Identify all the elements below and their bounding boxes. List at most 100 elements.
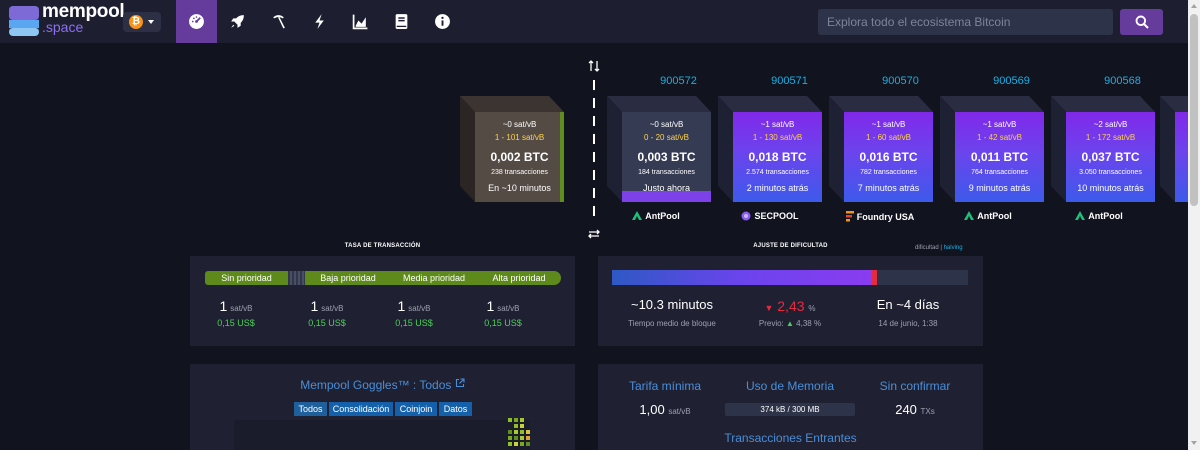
nav-about[interactable] [422, 0, 463, 43]
toggle-separator: | [940, 245, 942, 251]
block-4[interactable]: ~2 sat/vB 1 - 172 sat/vB 0,037 BTC 3.050 tr… [1051, 96, 1155, 202]
block-time: 10 minutos atrás [1077, 183, 1144, 193]
block-size: 0,003 BTC [637, 150, 696, 164]
difficulty-toggle: dificultad | halving [915, 245, 963, 251]
nav-graphs[interactable] [340, 0, 381, 43]
block-fee: ~2 sat/vB [1093, 120, 1128, 129]
swap-vertical-icon[interactable] [588, 60, 600, 72]
block-height-link[interactable]: 900572 [634, 75, 723, 87]
toggle-difficulty[interactable]: dificultad [915, 245, 939, 251]
mempool-block[interactable]: ~0 sat/vB 1 - 101 sat/vB 0,002 BTC 238 t… [475, 112, 564, 202]
arrow-up-icon: ▲ [786, 319, 794, 328]
goggles-tab-coinjoin[interactable]: Coinjoin [395, 402, 437, 416]
block-pool[interactable]: AntPool [928, 211, 1048, 221]
block-time: 2 minutos atrás [746, 183, 809, 193]
block-side-face [1160, 96, 1175, 202]
mempool-block-side [460, 96, 475, 202]
block-3[interactable]: ~1 sat/vB 1 - 42 sat/vB 0,011 BTC 764 trans… [940, 96, 1044, 202]
difficulty-expected-marker [872, 270, 877, 285]
difficulty-progress-fill [612, 270, 872, 285]
prio-low: Baja prioridad [320, 273, 376, 283]
block-tx-count: 184 transacciones [638, 169, 695, 176]
block-fee-range: 1 - 42 sat/vB [977, 133, 1022, 142]
block-size: 0,016 BTC [859, 150, 918, 164]
fee-usd: 0,15 US$ [308, 318, 346, 328]
toggle-halving[interactable]: halving [944, 245, 963, 251]
goggles-tab-data[interactable]: Datos [439, 402, 472, 416]
logo-text[interactable]: mempool .space [42, 1, 125, 35]
search-button[interactable] [1120, 9, 1163, 35]
block-side-face [607, 96, 622, 202]
block-2[interactable]: ~1 sat/vB 1 - 60 sat/vB 0,016 BTC 782 trans… [829, 96, 933, 202]
prio-high: Alta prioridad [492, 273, 546, 283]
search-input[interactable] [818, 9, 1113, 35]
goggles-tab-all[interactable]: Todos [294, 402, 327, 416]
block-height-link[interactable]: 900569 [967, 75, 1056, 87]
fee-rate-unit: sat/vB [408, 304, 431, 313]
block-tx-count: 782 transacciones [860, 169, 917, 176]
network-selector[interactable]: ₿ [123, 12, 161, 32]
scroll-thumb[interactable] [1190, 14, 1198, 206]
difficulty-previous: Previo: ▲ 4,38 % [740, 319, 840, 328]
block-height-link[interactable]: 900571 [745, 75, 834, 87]
block-fee: ~1 sat/vB [871, 120, 906, 129]
unconfirmed: 240 TXs [862, 402, 968, 417]
goggles-tab-consolidation[interactable]: Consolidación [329, 402, 393, 416]
block-height-link[interactable]: 900570 [856, 75, 945, 87]
min-fee: 1,00 sat/vB [612, 402, 718, 417]
bitcoin-icon: ₿ [129, 15, 143, 29]
block-front-face [1175, 112, 1188, 202]
fee-rate-value: 1 [486, 298, 495, 314]
page-scrollbar[interactable] [1188, 0, 1200, 450]
chevron-down-icon [148, 20, 154, 24]
block-pool[interactable]: Foundry USA [820, 211, 940, 222]
block-front-face: ~2 sat/vB 1 - 172 sat/vB 0,037 BTC 3.050 tr… [1066, 112, 1155, 202]
nav-docs[interactable] [381, 0, 422, 43]
book-icon [395, 14, 408, 29]
block-fee-range: 1 - 60 sat/vB [866, 133, 911, 142]
goggles-title-text: Mempool Goggles™ : Todos [300, 378, 452, 392]
nav-lightning[interactable] [299, 0, 340, 43]
mempool-fee-range: 1 - 101 sat/vB [494, 133, 545, 142]
block-pool[interactable]: SECPOOL [710, 211, 830, 221]
block-front-face: ~0 sat/vB 0 - 20 sat/vB 0,003 BTC 184 trans… [622, 112, 711, 202]
difficulty-progress-bar [612, 270, 968, 285]
prio-gap [288, 271, 305, 285]
external-link-icon [455, 378, 465, 388]
mempool-logo-icon[interactable] [9, 6, 39, 36]
block-pool[interactable]: AntPool [1039, 211, 1159, 221]
lightning-icon [315, 14, 324, 29]
block-0[interactable]: ~0 sat/vB 0 - 20 sat/vB 0,003 BTC 184 trans… [607, 96, 711, 202]
logo-name: mempool [42, 1, 125, 22]
fee-rate-unit: sat/vB [497, 304, 520, 313]
scroll-up-icon[interactable] [1191, 4, 1197, 8]
block-pool[interactable]: AntPool [596, 211, 716, 221]
blockchain-divider [593, 80, 595, 222]
block-top-face [718, 96, 822, 112]
block-partial[interactable] [1160, 96, 1188, 202]
difficulty-change: ▼ 2,43 % [740, 298, 840, 314]
block-fee: ~1 sat/vB [982, 120, 1017, 129]
mempool-block-top [460, 96, 564, 112]
difficulty-eta-date: 14 de junio, 1:38 [878, 319, 938, 328]
block-side-face [718, 96, 733, 202]
scroll-down-icon[interactable] [1191, 441, 1197, 445]
nav-acceleration[interactable] [217, 0, 258, 43]
nav-dashboard[interactable] [176, 0, 217, 43]
foundry-icon [845, 211, 854, 222]
block-time: 7 minutos atrás [857, 183, 920, 193]
goggles-title[interactable]: Mempool Goggles™ : Todos [190, 378, 575, 392]
block-height-link[interactable]: 900568 [1078, 75, 1167, 87]
fee-usd: 0,15 US$ [217, 318, 255, 328]
goggles-block-viz[interactable] [234, 420, 530, 450]
nav-mining[interactable] [258, 0, 299, 43]
fee-priority-bar: Sin prioridad Baja prioridad Media prior… [205, 271, 561, 285]
swap-horizontal-icon[interactable] [588, 228, 600, 240]
info-icon [435, 14, 450, 29]
mempool-size: 0,002 BTC [490, 150, 549, 164]
min-fee-value: 1,00 [639, 402, 665, 417]
block-1[interactable]: ~1 sat/vB 1 - 130 sat/vB 0,018 BTC 2.574 tr… [718, 96, 822, 202]
fee-rate-unit: sat/vB [230, 304, 253, 313]
fee-rate-value: 1 [219, 298, 228, 314]
block-size: 0,011 BTC [970, 150, 1029, 164]
